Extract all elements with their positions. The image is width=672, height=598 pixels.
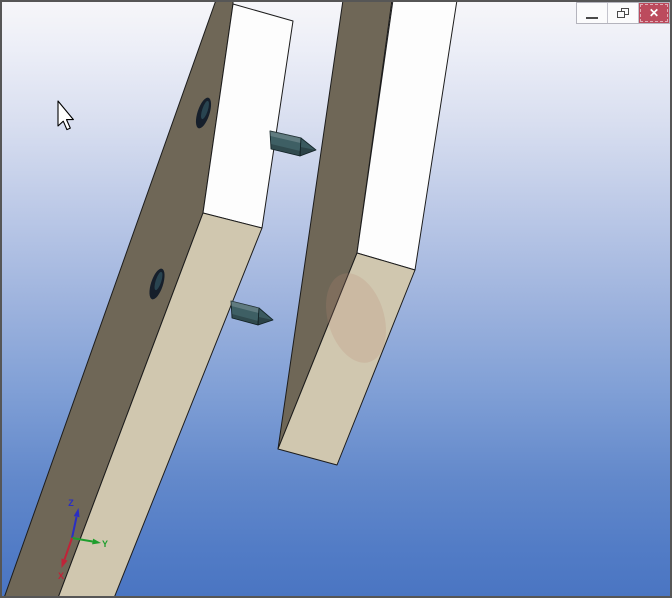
x-axis-label: X <box>58 571 64 581</box>
window-controls: ✕ <box>576 2 670 24</box>
close-button[interactable]: ✕ <box>639 3 669 23</box>
app-window: Z Y X <box>0 0 672 598</box>
scene-canvas: Z Y X <box>0 0 672 598</box>
left-plank <box>4 0 293 598</box>
right-plank <box>278 0 457 465</box>
restore-icon <box>617 8 629 18</box>
z-axis-label: Z <box>68 498 74 508</box>
dowel-upper[interactable] <box>270 131 316 156</box>
viewport-3d[interactable]: Z Y X <box>2 2 670 596</box>
y-axis-label: Y <box>102 539 108 549</box>
dowel-lower[interactable] <box>231 301 273 325</box>
minimize-button[interactable] <box>577 3 608 23</box>
minimize-icon <box>586 17 598 19</box>
mouse-cursor <box>58 101 73 130</box>
close-icon: ✕ <box>649 3 659 23</box>
restore-button[interactable] <box>608 3 639 23</box>
